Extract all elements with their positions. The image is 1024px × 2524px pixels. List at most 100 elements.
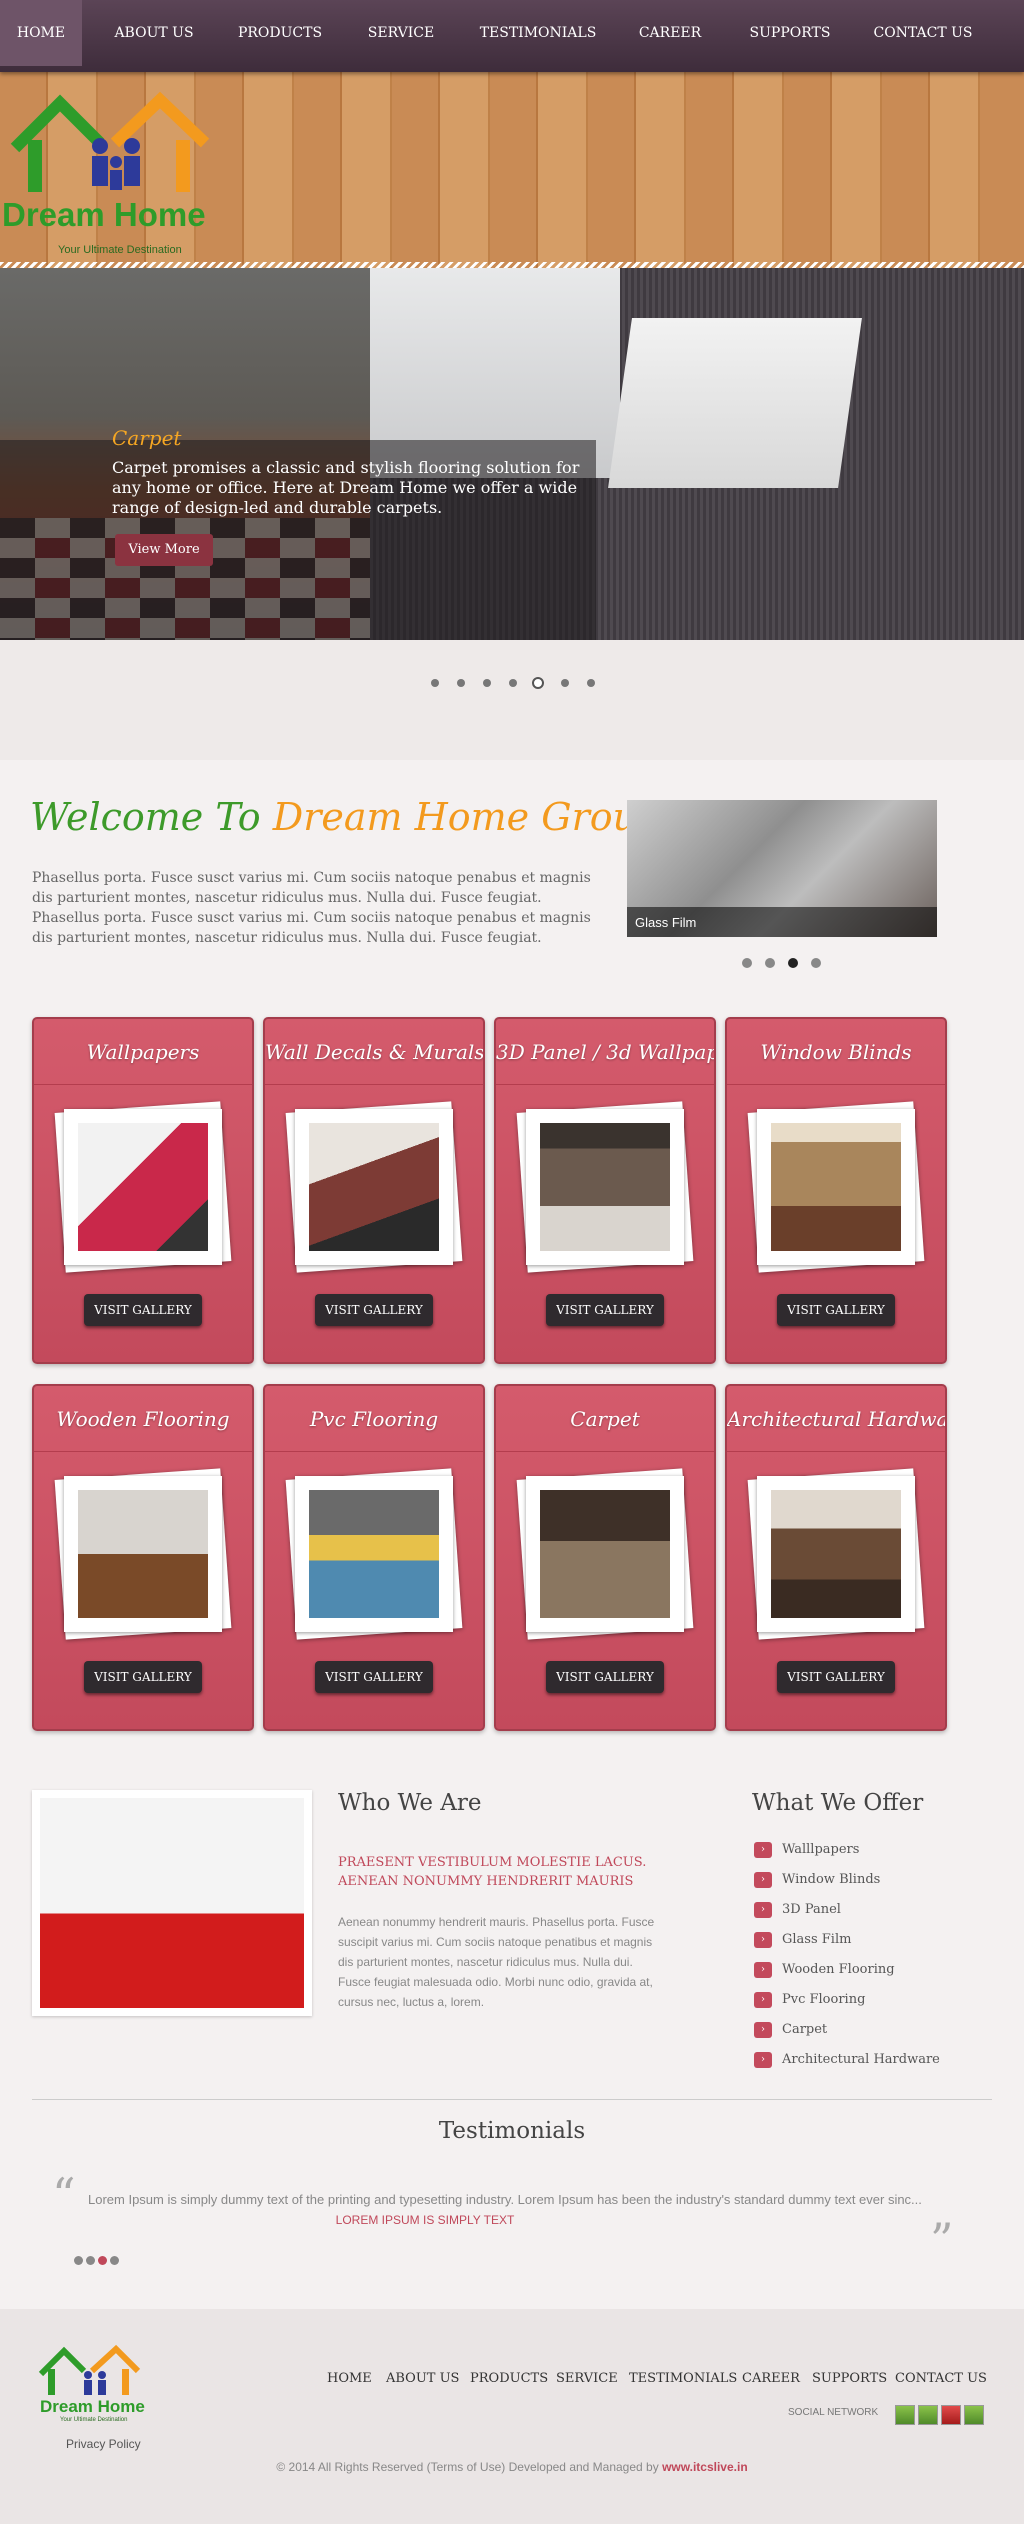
logo[interactable]: Dream Home Your Ultimate Destination (0, 78, 260, 263)
card-photo[interactable] (757, 1109, 915, 1265)
nav-service[interactable]: SERVICE (358, 0, 444, 66)
welcome-slider-dot[interactable] (742, 958, 752, 968)
footer-nav-testimonials[interactable]: TESTIMONIALS (629, 2371, 737, 2386)
card-image (309, 1123, 439, 1251)
slider-dot[interactable] (483, 679, 491, 687)
footer-nav-career[interactable]: CAREER (742, 2371, 800, 2386)
arrow-right-icon: › (754, 1992, 772, 2008)
nav-supports[interactable]: SUPPORTS (742, 0, 838, 66)
arrow-right-icon: › (754, 1872, 772, 1888)
facebook-icon[interactable] (895, 2405, 915, 2425)
slider-dot[interactable] (561, 679, 569, 687)
slider-dot[interactable] (509, 679, 517, 687)
gallery-card-3d-panel: 3D Panel / 3d Wallpaper VISIT GALLERY (494, 1017, 716, 1364)
visit-gallery-button[interactable]: VISIT GALLERY (84, 1661, 202, 1693)
testimonial-dot[interactable] (86, 2256, 95, 2265)
card-photo[interactable] (757, 1476, 915, 1632)
card-title: Pvc Flooring (265, 1386, 483, 1452)
arrow-right-icon: › (754, 2052, 772, 2068)
testimonial-author: LOREM IPSUM IS SIMPLY TEXT (335, 2213, 515, 2227)
logo-name: Dream Home (2, 196, 206, 233)
nav-home[interactable]: HOME (0, 0, 82, 66)
visit-gallery-button[interactable]: VISIT GALLERY (777, 1661, 895, 1693)
what-we-offer-title: What We Offer (752, 1790, 924, 1816)
offer-item[interactable]: › Wooden Flooring (754, 1960, 895, 1980)
card-photo[interactable] (64, 1476, 222, 1632)
slider-dot[interactable] (457, 679, 465, 687)
offer-item[interactable]: › Carpet (754, 2020, 827, 2040)
card-photo[interactable] (64, 1109, 222, 1265)
visit-gallery-button[interactable]: VISIT GALLERY (777, 1294, 895, 1326)
offer-item[interactable]: › Walllpapers (754, 1840, 859, 1860)
welcome-slider-dot[interactable] (811, 958, 821, 968)
youtube-icon[interactable] (941, 2405, 961, 2425)
offer-item[interactable]: › Window Blinds (754, 1870, 880, 1890)
linkedin-icon[interactable] (964, 2405, 984, 2425)
footer-nav-about-us[interactable]: ABOUT US (386, 2371, 459, 2386)
nav-testimonials[interactable]: TESTIMONIALS (476, 0, 600, 66)
offer-item[interactable]: › Pvc Flooring (754, 1990, 865, 2010)
visit-gallery-button[interactable]: VISIT GALLERY (315, 1661, 433, 1693)
twitter-icon[interactable] (918, 2405, 938, 2425)
visit-gallery-button[interactable]: VISIT GALLERY (546, 1294, 664, 1326)
testimonial-dot[interactable] (110, 2256, 119, 2265)
footer-nav-service[interactable]: SERVICE (556, 2371, 618, 2386)
logo-icon (10, 91, 210, 192)
developer-link[interactable]: www.itcslive.in (662, 2460, 748, 2474)
offer-item-label: Architectural Hardware (782, 2052, 940, 2067)
card-image (771, 1123, 901, 1251)
card-image (540, 1123, 670, 1251)
quote-open-icon: “ (52, 2168, 76, 2222)
offer-item[interactable]: › 3D Panel (754, 1900, 841, 1920)
social-network-label: SOCIAL NETWORK (788, 2407, 879, 2418)
nav-contact-us[interactable]: CONTACT US (868, 0, 978, 66)
copyright-text: © 2014 All Rights Reserved (Terms of Use… (276, 2460, 659, 2474)
card-title: Wooden Flooring (34, 1386, 252, 1452)
card-title: Architectural Hardware (727, 1386, 945, 1452)
footer-nav-products[interactable]: PRODUCTS (470, 2371, 548, 2386)
offer-item-label: Wooden Flooring (782, 1962, 895, 1977)
footer-nav-contact-us[interactable]: CONTACT US (895, 2371, 987, 2386)
slider-dot[interactable] (431, 679, 439, 687)
card-photo[interactable] (295, 1109, 453, 1265)
view-more-button[interactable]: View More (115, 534, 213, 566)
footer-nav-supports[interactable]: SUPPORTS (812, 2371, 887, 2386)
footer-nav-home[interactable]: HOME (327, 2371, 372, 2386)
testimonial-dot[interactable] (74, 2256, 83, 2265)
arrow-right-icon: › (754, 1962, 772, 1978)
offer-item[interactable]: › Architectural Hardware (754, 2050, 940, 2070)
card-photo[interactable] (526, 1476, 684, 1632)
card-image (540, 1490, 670, 1618)
welcome-slider-dot-active[interactable] (788, 958, 798, 968)
footer-logo[interactable]: Dream Home Your Ultimate Destination (36, 2339, 166, 2434)
visit-gallery-button[interactable]: VISIT GALLERY (546, 1661, 664, 1693)
visit-gallery-button[interactable]: VISIT GALLERY (315, 1294, 433, 1326)
slider-pagination (0, 640, 1024, 760)
header-banner: Dream Home Your Ultimate Destination (0, 72, 1024, 268)
section-divider (32, 2099, 992, 2100)
welcome-title: Welcome To Dream Home Group (30, 795, 661, 839)
card-title: Window Blinds (727, 1019, 945, 1085)
who-we-are-text: Aenean nonummy hendrerit mauris. Phasell… (338, 1915, 655, 2009)
copyright: © 2014 All Rights Reserved (Terms of Use… (0, 2460, 1024, 2474)
nav-career[interactable]: CAREER (630, 0, 710, 66)
nav-about-us[interactable]: ABOUT US (106, 0, 202, 66)
slider-dot[interactable] (587, 679, 595, 687)
welcome-title-part2: Dream Home Group (272, 795, 662, 839)
welcome-slider-dot[interactable] (765, 958, 775, 968)
visit-gallery-button[interactable]: VISIT GALLERY (84, 1294, 202, 1326)
privacy-policy-link[interactable]: Privacy Policy (66, 2437, 141, 2451)
glass-film-image[interactable]: Glass Film (627, 800, 937, 937)
image-caption: Glass Film (635, 915, 697, 930)
card-photo[interactable] (526, 1109, 684, 1265)
slider-dot-active[interactable] (532, 677, 544, 689)
testimonial-dot-active[interactable] (98, 2256, 107, 2265)
card-photo[interactable] (295, 1476, 453, 1632)
offer-item[interactable]: › Glass Film (754, 1930, 851, 1950)
hero-slider[interactable]: Carpet Carpet promises a classic and sty… (0, 268, 1024, 640)
gallery-card-wooden-flooring: Wooden Flooring VISIT GALLERY (32, 1384, 254, 1731)
card-image (309, 1490, 439, 1618)
gallery-card-carpet: Carpet VISIT GALLERY (494, 1384, 716, 1731)
nav-products[interactable]: PRODUCTS (232, 0, 328, 66)
card-image (771, 1490, 901, 1618)
